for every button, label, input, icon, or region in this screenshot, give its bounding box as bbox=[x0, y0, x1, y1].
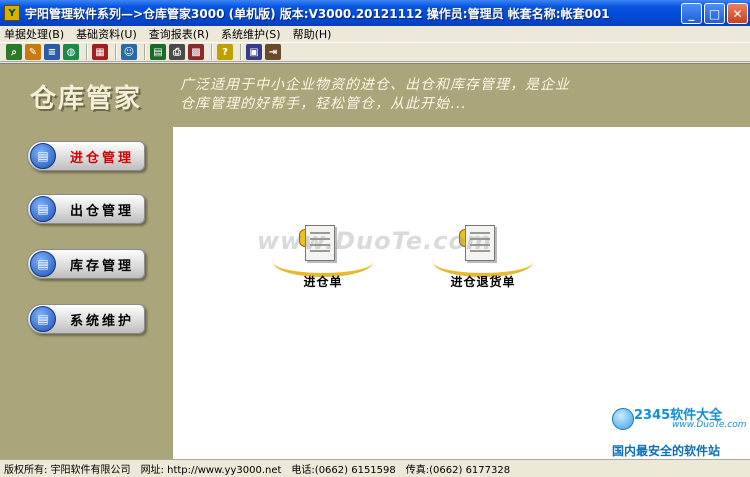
sidebar-item-system[interactable]: ▤ 系统维护 bbox=[27, 304, 145, 334]
exit-icon[interactable]: ⇥ bbox=[265, 44, 281, 60]
title-bar: Y 宇阳管理软件系列—>仓库管家3000 (单机版) 版本:V3000.2012… bbox=[0, 0, 750, 26]
edit-record-icon[interactable]: ✎ bbox=[25, 44, 41, 60]
users-icon[interactable]: ☺ bbox=[121, 44, 137, 60]
mascot-icon bbox=[612, 408, 634, 430]
toolbar-separator bbox=[240, 44, 242, 60]
header-banner: 仓库管家 广泛适用于中小企业物资的进仓、出仓和库存管理，是企业 仓库管理的好帮手… bbox=[0, 64, 750, 127]
sidebar-item-label: 库存管理 bbox=[70, 258, 135, 274]
toolbar-separator bbox=[211, 44, 213, 60]
toolbar-separator bbox=[115, 44, 117, 60]
menu-documents[interactable]: 单据处理(B) bbox=[4, 26, 64, 42]
status-copyright: 版权所有: 宇阳软件有限公司 bbox=[4, 465, 131, 476]
inbound-slip-label: 进仓单 bbox=[303, 275, 343, 289]
calendar-icon[interactable]: ▦ bbox=[92, 44, 108, 60]
slogan-line: 仓库管理的好帮手，轻松管仓，从此开始... bbox=[180, 96, 467, 112]
main-frame: 仓库管家 广泛适用于中小企业物资的进仓、出仓和库存管理，是企业 仓库管理的好帮手… bbox=[0, 63, 750, 460]
window-title: 宇阳管理软件系列—>仓库管家3000 (单机版) 版本:V3000.201211… bbox=[25, 6, 610, 21]
maximize-button[interactable]: □ bbox=[704, 3, 725, 24]
spreadsheet-icon[interactable]: ▤ bbox=[150, 44, 166, 60]
backup-icon[interactable]: ▣ bbox=[246, 44, 262, 60]
sidebar-item-label: 出仓管理 bbox=[70, 203, 135, 219]
cash-register-icon: ▤ bbox=[30, 143, 56, 169]
sidebar-item-inbound[interactable]: ▤ 进仓管理 bbox=[27, 141, 145, 171]
sidebar-item-label: 系统维护 bbox=[70, 313, 135, 329]
status-fax: 传真:(0662) 6177328 bbox=[405, 465, 511, 476]
app-icon[interactable]: Y bbox=[4, 5, 20, 21]
inbound-return-slip-label: 进仓退货单 bbox=[450, 275, 516, 289]
minimize-button[interactable]: _ bbox=[681, 3, 702, 24]
calculator-icon[interactable]: ▩ bbox=[188, 44, 204, 60]
sidebar-item-outbound[interactable]: ▤ 出仓管理 bbox=[27, 194, 145, 224]
sidebar-item-inventory[interactable]: ▤ 库存管理 bbox=[27, 249, 145, 279]
printer-icon[interactable]: ⎙ bbox=[169, 44, 185, 60]
corner-url: www.DuoTe.com bbox=[672, 420, 747, 430]
cash-register-icon: ▤ bbox=[30, 306, 56, 332]
slogan: 广泛适用于中小企业物资的进仓、出仓和库存管理，是企业 仓库管理的好帮手，轻松管仓… bbox=[180, 76, 650, 114]
watermark: www.DuoTe.com bbox=[257, 227, 492, 255]
help-icon[interactable]: ? bbox=[217, 44, 233, 60]
sidebar: ▤ 进仓管理 ▤ 出仓管理 ▤ 库存管理 ▤ 系统维护 bbox=[0, 127, 173, 460]
toolbar-separator bbox=[144, 44, 146, 60]
menu-system[interactable]: 系统维护(S) bbox=[221, 26, 281, 42]
close-button[interactable]: ✕ bbox=[727, 3, 748, 24]
cash-register-icon: ▤ bbox=[30, 196, 56, 222]
list-icon[interactable]: ≡ bbox=[44, 44, 60, 60]
brand-title: 仓库管家 bbox=[30, 84, 143, 114]
toolbar-separator bbox=[86, 44, 88, 60]
corner-logo: 2345软件大全 www.DuoTe.com 国内最安全的软件站 bbox=[612, 402, 748, 458]
find-record-icon[interactable]: ⌕ bbox=[6, 44, 22, 60]
menu-help[interactable]: 帮助(H) bbox=[293, 26, 332, 42]
cash-register-icon: ▤ bbox=[30, 251, 56, 277]
menu-bar: 单据处理(B) 基础资料(U) 查询报表(R) 系统维护(S) 帮助(H) bbox=[0, 26, 750, 42]
toolbar: ⌕ ✎ ≡ ◍ ▦ ☺ ▤ ⎙ ▩ ? ▣ ⇥ bbox=[0, 42, 750, 62]
sidebar-item-label: 进仓管理 bbox=[70, 150, 135, 166]
status-website: 网址: http://www.yy3000.net bbox=[140, 465, 282, 476]
window-controls: _ □ ✕ bbox=[681, 3, 748, 24]
status-phone: 电话:(0662) 6151598 bbox=[291, 465, 396, 476]
menu-reports[interactable]: 查询报表(R) bbox=[149, 26, 209, 42]
globe-icon[interactable]: ◍ bbox=[63, 44, 79, 60]
menu-basic-data[interactable]: 基础资料(U) bbox=[76, 26, 137, 42]
corner-tagline: 国内最安全的软件站 bbox=[612, 444, 721, 458]
slogan-line: 广泛适用于中小企业物资的进仓、出仓和库存管理，是企业 bbox=[180, 77, 570, 93]
status-bar: 版权所有: 宇阳软件有限公司 网址: http://www.yy3000.net… bbox=[0, 459, 750, 477]
